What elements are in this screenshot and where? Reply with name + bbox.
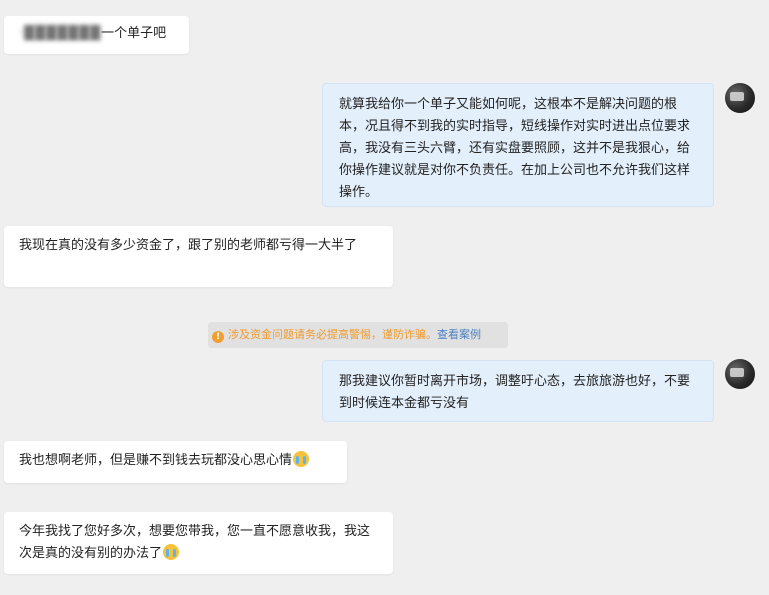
avatar[interactable] bbox=[725, 83, 755, 113]
avatar[interactable] bbox=[725, 359, 755, 389]
message-text: 就算我给你一个单子又能如何呢，这根本不是解决问题的根本，况且得不到我的实时指导，… bbox=[339, 97, 691, 200]
warning-icon: ! bbox=[212, 331, 224, 343]
warning-text: 涉及资金问题请务必提高警惕，谨防诈骗。 bbox=[228, 328, 437, 341]
message-bubble-received[interactable]: 我也想啊老师，但是赚不到钱去玩都没心思心情 bbox=[4, 441, 347, 483]
message-text: 今年我找了您好多次，想要您带我，您一直不愿意收我，我这次是真的没有别的办法了 bbox=[19, 524, 371, 561]
message-bubble-sent[interactable]: 就算我给你一个单子又能如何呢，这根本不是解决问题的根本，况且得不到我的实时指导，… bbox=[322, 83, 714, 207]
message-text: 那我建议你暂时离开市场，调整吁心态，去旅旅游也好，不要到时候连本金都亏没有 bbox=[339, 374, 691, 411]
crying-face-icon bbox=[293, 451, 310, 467]
view-cases-link[interactable]: 查看案例 bbox=[437, 328, 481, 341]
blurred-text: ·███████ bbox=[19, 26, 102, 41]
message-bubble-received[interactable]: 今年我找了您好多次，想要您带我，您一直不愿意收我，我这次是真的没有别的办法了 bbox=[4, 512, 393, 574]
chat-window: ·███████一个单子吧 就算我给你一个单子又能如何呢，这根本不是解决问题的根… bbox=[0, 0, 769, 595]
crying-face-icon bbox=[163, 544, 180, 560]
message-text: 一个单子吧 bbox=[101, 26, 167, 41]
message-bubble-received[interactable]: 我现在真的没有多少资金了，跟了别的老师都亏得一大半了 bbox=[4, 226, 393, 287]
message-bubble-received[interactable]: ·███████一个单子吧 bbox=[4, 16, 189, 54]
fraud-warning-notice: ! 涉及资金问题请务必提高警惕，谨防诈骗。查看案例 bbox=[208, 322, 508, 348]
message-text: 我也想啊老师，但是赚不到钱去玩都没心思心情 bbox=[19, 453, 293, 468]
message-text: 我现在真的没有多少资金了，跟了别的老师都亏得一大半了 bbox=[19, 238, 358, 253]
message-bubble-sent[interactable]: 那我建议你暂时离开市场，调整吁心态，去旅旅游也好，不要到时候连本金都亏没有 bbox=[322, 360, 714, 422]
